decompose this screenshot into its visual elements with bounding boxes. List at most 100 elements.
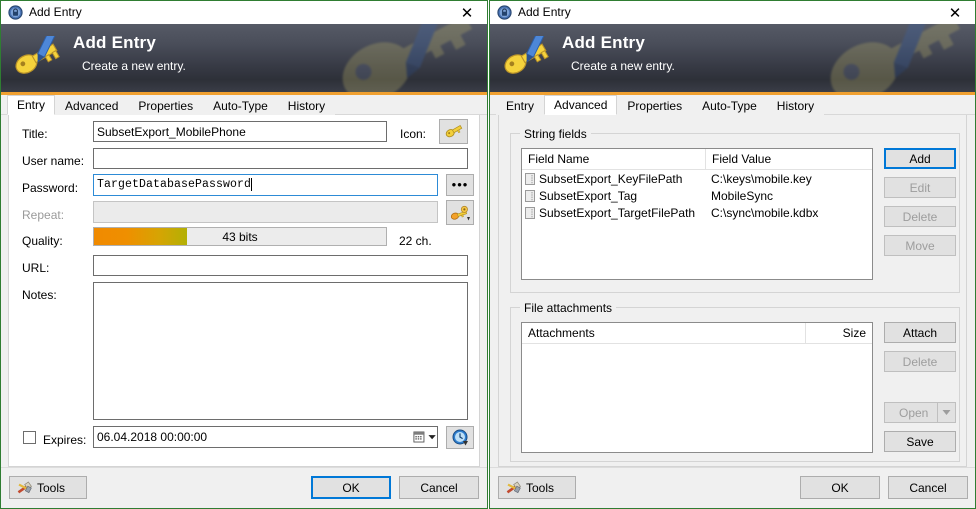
password-quality-bar: 43 bits xyxy=(93,227,387,246)
password-label: Password: xyxy=(22,181,79,195)
quality-label: Quality: xyxy=(22,234,63,248)
table-row[interactable]: SubsetExport_KeyFilePath C:\keys\mobile.… xyxy=(522,170,872,187)
tab-auto-type[interactable]: Auto-Type xyxy=(692,96,767,115)
tab-entry[interactable]: Entry xyxy=(7,95,56,115)
tab-advanced[interactable]: Advanced xyxy=(544,95,618,115)
expires-date-value: 06.04.2018 00:00:00 xyxy=(97,430,208,444)
right-banner-text: Add Entry Create a new entry. xyxy=(562,32,675,75)
tab-history[interactable]: History xyxy=(766,96,825,115)
key-pen-icon xyxy=(15,36,60,74)
tab-properties[interactable]: Properties xyxy=(128,96,204,115)
ok-button[interactable]: OK xyxy=(800,476,880,499)
left-tabstrip: Entry Advanced Properties Auto-Type Hist… xyxy=(1,95,487,115)
cancel-button[interactable]: Cancel xyxy=(888,476,968,499)
right-window-title: Add Entry xyxy=(518,5,571,19)
attachments-list[interactable]: Attachments Size xyxy=(521,322,873,453)
tab-properties[interactable]: Properties xyxy=(617,96,693,115)
title-input[interactable]: SubsetExport_MobilePhone xyxy=(93,121,387,142)
close-icon[interactable]: ✕ xyxy=(935,1,975,24)
cancel-button[interactable]: Cancel xyxy=(399,476,479,499)
delete-attachment-button[interactable]: Delete xyxy=(884,351,956,372)
chevron-down-icon xyxy=(942,410,951,415)
right-banner-subtitle: Create a new entry. xyxy=(571,59,675,73)
string-field-icon xyxy=(525,206,535,219)
left-window-title: Add Entry xyxy=(29,5,82,19)
key-gear-icon xyxy=(450,205,470,220)
column-header-attachments[interactable]: Attachments xyxy=(522,323,805,344)
add-string-field-button[interactable]: Add xyxy=(884,148,956,169)
move-string-field-button[interactable]: Move xyxy=(884,235,956,256)
delete-string-field-button[interactable]: Delete xyxy=(884,206,956,227)
field-name-cell: SubsetExport_TargetFilePath xyxy=(539,205,696,220)
expires-label: Expires: xyxy=(43,433,87,447)
chevron-down-icon xyxy=(428,435,436,440)
field-value-cell: C:\keys\mobile.key xyxy=(711,171,812,186)
notes-label: Notes: xyxy=(22,288,57,302)
open-attachment-label: Open xyxy=(899,405,929,420)
add-entry-window-advanced-tab: Add Entry ✕ Add Entry Create a new entry… xyxy=(489,0,976,509)
password-reveal-button[interactable]: ••• xyxy=(446,174,474,196)
attachments-header: Attachments Size xyxy=(522,323,872,344)
lock-circle-icon xyxy=(8,5,23,20)
username-label: User name: xyxy=(22,154,85,168)
expires-date-input[interactable]: 06.04.2018 00:00:00 xyxy=(93,426,438,448)
open-attachment-button[interactable]: Open xyxy=(884,402,956,423)
right-tabstrip: Entry Advanced Properties Auto-Type Hist… xyxy=(490,95,975,115)
tab-advanced[interactable]: Advanced xyxy=(55,96,129,115)
left-banner: Add Entry Create a new entry. xyxy=(1,24,487,95)
icon-picker-button[interactable] xyxy=(439,119,468,144)
open-split-arrow[interactable] xyxy=(937,403,955,422)
password-generator-button[interactable] xyxy=(446,200,474,225)
key-watermark-icon xyxy=(342,24,472,92)
repeat-input[interactable] xyxy=(93,201,438,223)
column-header-field-name[interactable]: Field Name xyxy=(522,149,705,170)
password-input[interactable]: TargetDatabasePassword xyxy=(93,174,438,196)
left-banner-subtitle: Create a new entry. xyxy=(82,59,186,73)
table-row[interactable]: SubsetExport_Tag MobileSync xyxy=(522,187,872,204)
edit-string-field-button[interactable]: Edit xyxy=(884,177,956,198)
string-fields-group-title: String fields xyxy=(520,128,591,140)
tools-icon xyxy=(17,481,32,493)
url-input[interactable] xyxy=(93,255,468,276)
column-header-size[interactable]: Size xyxy=(805,323,872,344)
repeat-label: Repeat: xyxy=(22,208,65,222)
table-row[interactable]: SubsetExport_TargetFilePath C:\sync\mobi… xyxy=(522,204,872,221)
lock-circle-icon xyxy=(497,5,512,20)
tab-entry[interactable]: Entry xyxy=(496,96,545,115)
key-watermark-icon xyxy=(830,24,960,92)
close-icon[interactable]: ✕ xyxy=(447,1,487,24)
string-field-icon xyxy=(525,189,535,202)
string-field-icon xyxy=(525,172,535,185)
tab-history[interactable]: History xyxy=(277,96,336,115)
username-input[interactable] xyxy=(93,148,468,169)
left-banner-text: Add Entry Create a new entry. xyxy=(73,32,186,75)
right-footer: Tools OK Cancel xyxy=(490,467,975,508)
string-fields-rows: SubsetExport_KeyFilePath C:\keys\mobile.… xyxy=(522,170,872,221)
tools-button[interactable]: Tools xyxy=(498,476,576,499)
field-name-cell: SubsetExport_KeyFilePath xyxy=(539,171,683,186)
right-banner: Add Entry Create a new entry. xyxy=(490,24,975,95)
notes-textarea[interactable] xyxy=(93,282,468,420)
save-attachment-button[interactable]: Save xyxy=(884,431,956,452)
icon-label: Icon: xyxy=(400,127,427,141)
right-titlebar: Add Entry ✕ xyxy=(490,1,975,24)
string-fields-list[interactable]: Field Name Field Value SubsetExport_KeyF… xyxy=(521,148,873,280)
attach-button[interactable]: Attach xyxy=(884,322,956,343)
string-fields-header: Field Name Field Value xyxy=(522,149,872,170)
calendar-dropdown-icon[interactable] xyxy=(413,428,436,446)
tools-button-label: Tools xyxy=(37,480,66,495)
expires-preset-button[interactable] xyxy=(446,426,474,449)
key-pen-icon xyxy=(504,36,549,74)
field-value-cell: MobileSync xyxy=(711,188,774,203)
ok-button[interactable]: OK xyxy=(311,476,391,499)
quality-chars-label: 22 ch. xyxy=(399,234,432,248)
entry-tab-pane: Title: SubsetExport_MobilePhone Icon: Us… xyxy=(8,115,480,467)
tools-icon xyxy=(506,481,521,493)
tools-button[interactable]: Tools xyxy=(9,476,87,499)
file-attachments-group-title: File attachments xyxy=(520,302,617,314)
tab-auto-type[interactable]: Auto-Type xyxy=(203,96,278,115)
expires-checkbox[interactable] xyxy=(23,431,36,444)
title-label: Title: xyxy=(22,127,48,141)
add-entry-window-entry-tab: Add Entry ✕ Add Entry Create a new entry… xyxy=(0,0,488,509)
column-header-field-value[interactable]: Field Value xyxy=(705,149,872,170)
